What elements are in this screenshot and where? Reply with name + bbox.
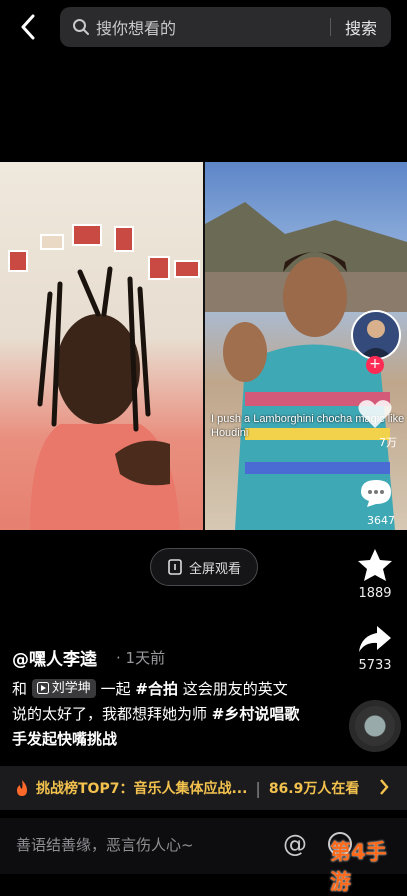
- challenge-viewers: 86.9万人在看: [268, 781, 360, 797]
- search-divider: [329, 18, 331, 36]
- star-icon: [358, 549, 392, 581]
- chevron-right-icon: [380, 779, 389, 795]
- overlay-like-count: 7万: [379, 436, 397, 449]
- wall-frame: [40, 234, 64, 250]
- search-input[interactable]: 搜你想看的 搜索: [60, 7, 391, 47]
- share-arrow-icon: [359, 626, 391, 652]
- like-action[interactable]: 1889: [345, 548, 405, 601]
- back-arrow-icon: [21, 14, 35, 40]
- duet-left-video: [0, 162, 203, 530]
- comment-input[interactable]: 善语结善缘，恶言伤人心~: [16, 834, 194, 855]
- search-placeholder: 搜你想看的: [96, 19, 177, 38]
- heart-icon[interactable]: [357, 398, 393, 430]
- fullscreen-icon: [168, 559, 182, 575]
- hashtag-duet[interactable]: #合拍: [135, 680, 178, 698]
- share-action[interactable]: 5733: [345, 624, 405, 673]
- watermark-logo: 第4手游: [330, 840, 387, 894]
- music-disc-icon[interactable]: [349, 700, 401, 752]
- post-description: 和 刘学坤 一起 #合拍 这会朋友的英文说的太好了，我都想拜她为师 #乡村说唱歌…: [12, 677, 300, 752]
- challenge-separator: |: [255, 778, 261, 798]
- play-icon: [36, 682, 49, 694]
- top-bar: 搜你想看的 搜索: [0, 0, 407, 56]
- challenge-text: 挑战榜TOP7：音乐人集体应战...: [36, 781, 248, 797]
- flame-icon: [17, 780, 27, 796]
- avatar-person-icon: [359, 320, 393, 358]
- at-mention-icon[interactable]: @: [283, 830, 307, 858]
- mention-chip[interactable]: 刘学坤: [31, 678, 96, 698]
- mention-name: 刘学坤: [51, 680, 91, 696]
- person-left-figure: [30, 266, 180, 530]
- desc-mid: 一起: [100, 680, 131, 698]
- post-time: · 1天前: [116, 649, 166, 667]
- fullscreen-label: 全屏观看: [188, 561, 241, 577]
- back-button[interactable]: [14, 12, 42, 42]
- fullscreen-button[interactable]: 全屏观看: [150, 548, 258, 586]
- duet-author-avatar[interactable]: [351, 310, 401, 360]
- follow-plus-button[interactable]: +: [366, 356, 384, 374]
- duet-right-video: I push a Lamborghini chocha magic like H…: [205, 162, 407, 530]
- search-icon: [73, 19, 89, 35]
- search-button[interactable]: 搜索: [345, 15, 377, 39]
- video-player[interactable]: I push a Lamborghini chocha magic like H…: [0, 162, 407, 530]
- wall-frame: [72, 224, 102, 246]
- comment-icon[interactable]: [359, 478, 393, 508]
- author-name[interactable]: @嘿人李逵: [12, 645, 97, 670]
- overlay-comment-count: 3647: [367, 514, 395, 527]
- desc-prefix: 和: [12, 680, 28, 698]
- challenge-bar[interactable]: 挑战榜TOP7：音乐人集体应战... | 86.9万人在看: [0, 766, 407, 810]
- like-count: 1889: [358, 586, 392, 601]
- share-count: 5733: [358, 658, 392, 673]
- wall-frame: [114, 226, 134, 252]
